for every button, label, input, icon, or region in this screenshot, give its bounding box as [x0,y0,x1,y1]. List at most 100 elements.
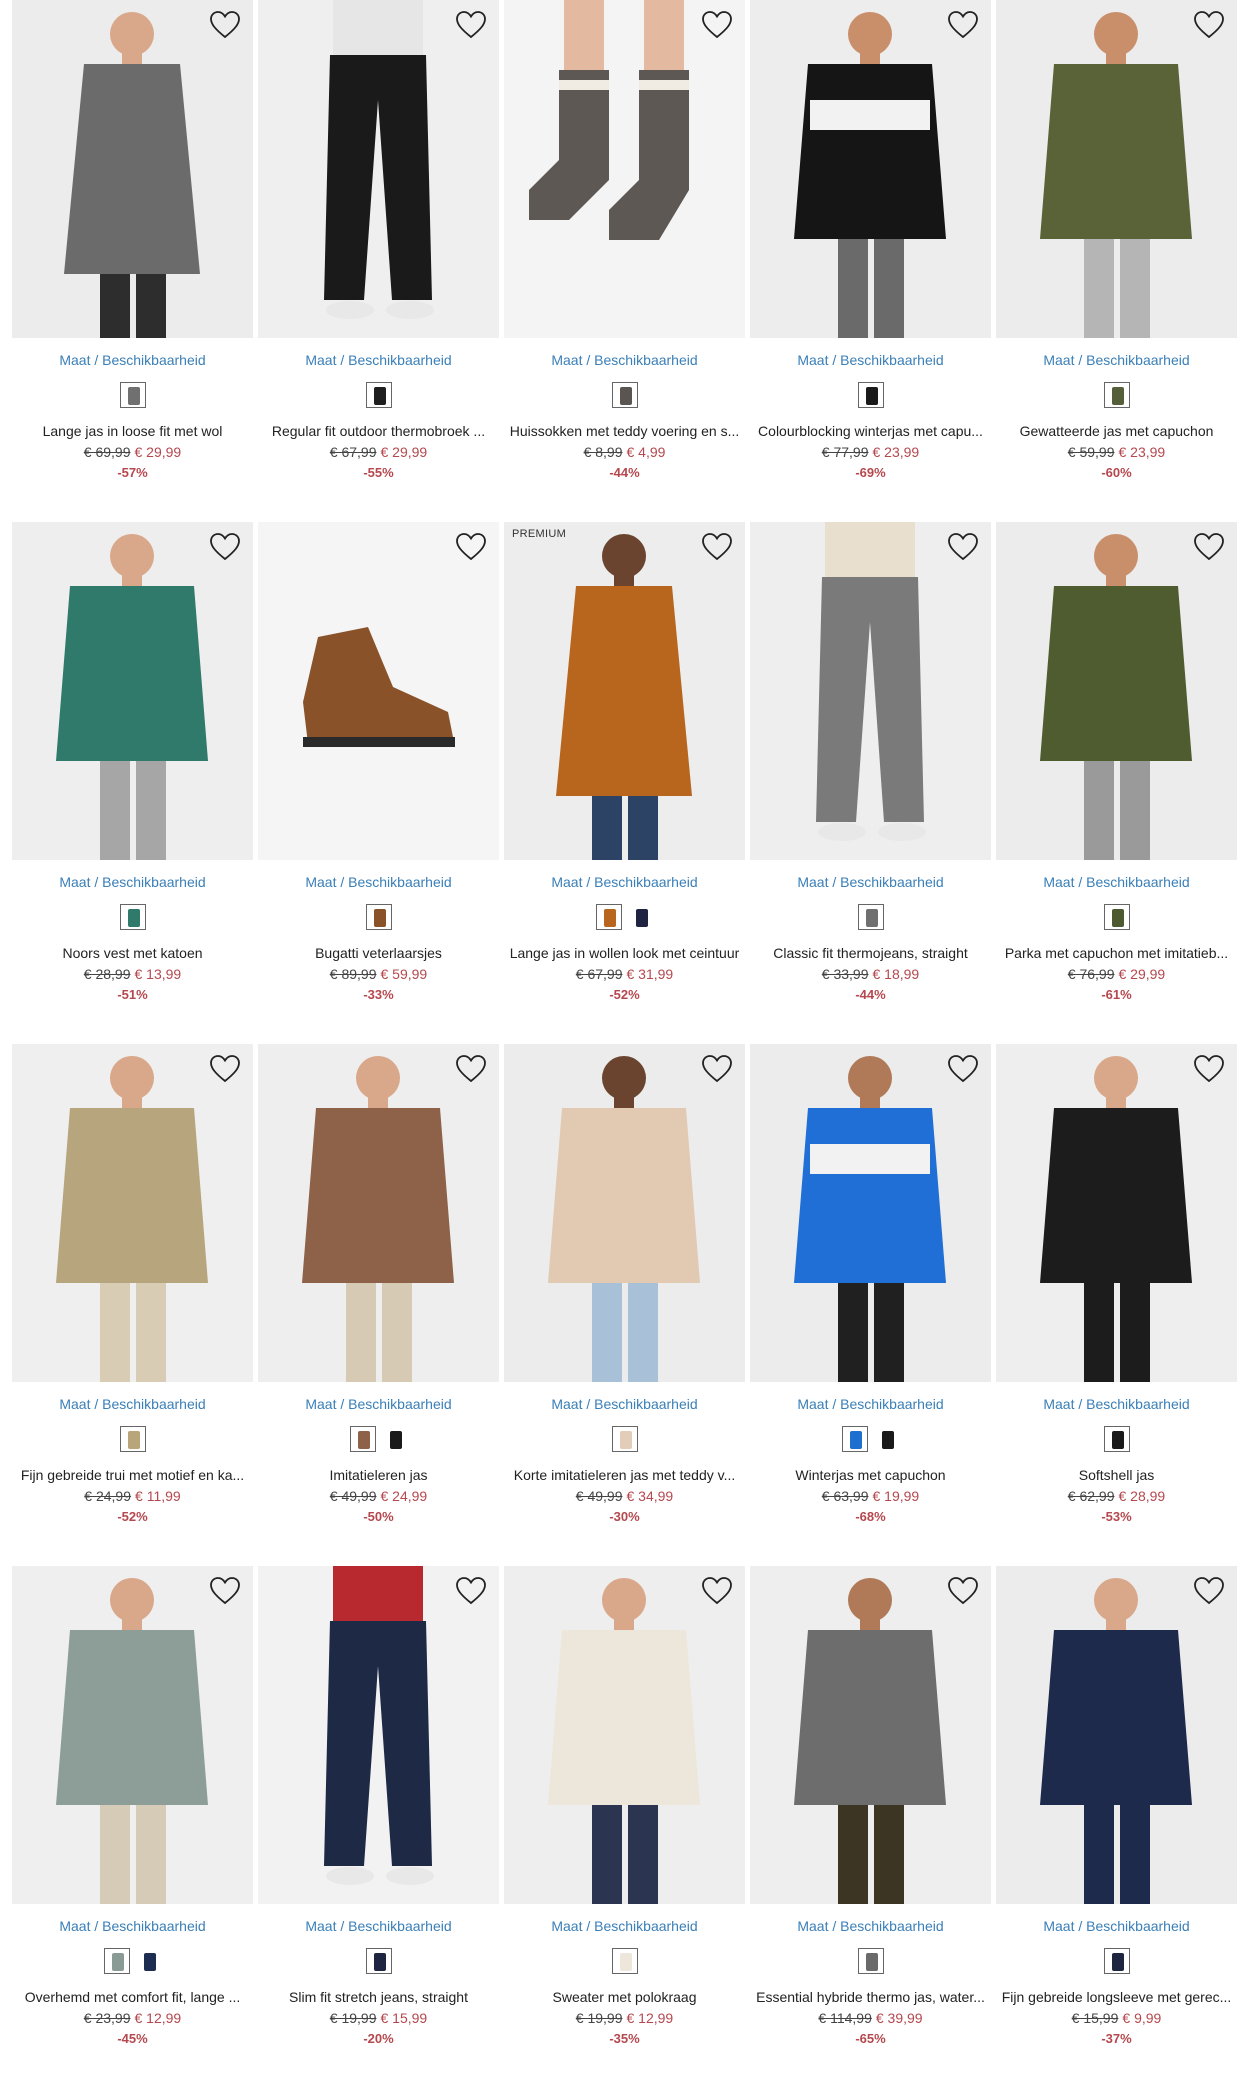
product-card[interactable]: Maat / Beschikbaarheid Softshell jas € 62,… [996,1044,1237,1566]
color-swatch[interactable] [627,904,654,930]
product-title[interactable]: Essential hybride thermo jas, water... [748,1989,993,2005]
product-photo[interactable] [750,1044,991,1382]
size-availability-link[interactable]: Maat / Beschikbaarheid [258,874,499,890]
product-photo[interactable] [750,522,991,860]
color-swatch[interactable] [1103,382,1130,408]
color-swatch[interactable] [857,382,884,408]
size-availability-link[interactable]: Maat / Beschikbaarheid [12,352,253,368]
product-title[interactable]: Overhemd met comfort fit, lange ... [10,1989,255,2005]
product-title[interactable]: Regular fit outdoor thermobroek ... [256,423,501,439]
product-card[interactable]: Maat / Beschikbaarheid Overhemd met comfo… [12,1566,253,2088]
size-availability-link[interactable]: Maat / Beschikbaarheid [996,352,1237,368]
size-availability-link[interactable]: Maat / Beschikbaarheid [12,1918,253,1934]
product-title[interactable]: Winterjas met capuchon [748,1467,993,1483]
size-availability-link[interactable]: Maat / Beschikbaarheid [258,1918,499,1934]
wishlist-heart-icon[interactable] [947,532,979,562]
color-swatch[interactable] [1103,904,1130,930]
wishlist-heart-icon[interactable] [209,10,241,40]
product-photo[interactable] [750,0,991,338]
product-card[interactable]: Maat / Beschikbaarheid Imitatieleren jas €… [258,1044,499,1566]
size-availability-link[interactable]: Maat / Beschikbaarheid [750,352,991,368]
color-swatch[interactable] [857,904,884,930]
wishlist-heart-icon[interactable] [701,532,733,562]
wishlist-heart-icon[interactable] [209,1576,241,1606]
color-swatch[interactable] [365,1948,392,1974]
color-swatch[interactable] [595,904,622,930]
color-swatch[interactable] [119,382,146,408]
size-availability-link[interactable]: Maat / Beschikbaarheid [12,874,253,890]
product-title[interactable]: Parka met capuchon met imitatieb... [994,945,1239,961]
product-card[interactable]: Maat / Beschikbaarheid Parka met capuchon… [996,522,1237,1044]
wishlist-heart-icon[interactable] [1193,532,1225,562]
size-availability-link[interactable]: Maat / Beschikbaarheid [258,1396,499,1412]
product-card[interactable]: PREMIUM Maat / Beschikbaarheid Lange jas i… [504,522,745,1044]
product-photo[interactable] [258,1566,499,1904]
size-availability-link[interactable]: Maat / Beschikbaarheid [750,874,991,890]
color-swatch[interactable] [119,904,146,930]
product-photo[interactable] [12,522,253,860]
product-card[interactable]: Maat / Beschikbaarheid Colourblocking win… [750,0,991,522]
product-photo[interactable] [504,1566,745,1904]
color-swatch[interactable] [349,1426,376,1452]
size-availability-link[interactable]: Maat / Beschikbaarheid [750,1918,991,1934]
product-title[interactable]: Classic fit thermojeans, straight [748,945,993,961]
color-swatch[interactable] [611,1948,638,1974]
product-photo[interactable] [258,522,499,860]
product-title[interactable]: Fijn gebreide trui met motief en ka... [10,1467,255,1483]
product-photo[interactable] [258,0,499,338]
size-availability-link[interactable]: Maat / Beschikbaarheid [996,874,1237,890]
product-title[interactable]: Lange jas in wollen look met ceintuur [502,945,747,961]
wishlist-heart-icon[interactable] [455,532,487,562]
product-card[interactable]: Maat / Beschikbaarheid Essential hybride … [750,1566,991,2088]
color-swatch[interactable] [1103,1426,1130,1452]
product-photo[interactable] [750,1566,991,1904]
product-title[interactable]: Sweater met polokraag [502,1989,747,2005]
product-title[interactable]: Slim fit stretch jeans, straight [256,1989,501,2005]
wishlist-heart-icon[interactable] [701,1576,733,1606]
product-title[interactable]: Imitatieleren jas [256,1467,501,1483]
wishlist-heart-icon[interactable] [947,1054,979,1084]
product-card[interactable]: Maat / Beschikbaarheid Regular fit outdoo… [258,0,499,522]
product-card[interactable]: Maat / Beschikbaarheid Sweater met polokr… [504,1566,745,2088]
product-card[interactable]: Maat / Beschikbaarheid Huissokken met ted… [504,0,745,522]
wishlist-heart-icon[interactable] [455,1576,487,1606]
product-title[interactable]: Noors vest met katoen [10,945,255,961]
product-card[interactable]: Maat / Beschikbaarheid Fijn gebreide long… [996,1566,1237,2088]
product-photo[interactable] [12,1044,253,1382]
color-swatch[interactable] [611,1426,638,1452]
product-photo[interactable] [504,0,745,338]
product-card[interactable]: Maat / Beschikbaarheid Fijn gebreide trui… [12,1044,253,1566]
wishlist-heart-icon[interactable] [209,532,241,562]
size-availability-link[interactable]: Maat / Beschikbaarheid [504,352,745,368]
product-title[interactable]: Gewatteerde jas met capuchon [994,423,1239,439]
product-card[interactable]: Maat / Beschikbaarheid Slim fit stretch j… [258,1566,499,2088]
product-photo[interactable] [996,522,1237,860]
size-availability-link[interactable]: Maat / Beschikbaarheid [504,1396,745,1412]
wishlist-heart-icon[interactable] [1193,10,1225,40]
size-availability-link[interactable]: Maat / Beschikbaarheid [996,1918,1237,1934]
color-swatch[interactable] [381,1426,408,1452]
product-photo[interactable] [996,1566,1237,1904]
size-availability-link[interactable]: Maat / Beschikbaarheid [258,352,499,368]
product-title[interactable]: Lange jas in loose fit met wol [10,423,255,439]
size-availability-link[interactable]: Maat / Beschikbaarheid [504,1918,745,1934]
color-swatch[interactable] [103,1948,130,1974]
product-photo[interactable] [258,1044,499,1382]
product-title[interactable]: Bugatti veterlaarsjes [256,945,501,961]
product-card[interactable]: Maat / Beschikbaarheid Winterjas met capu… [750,1044,991,1566]
product-card[interactable]: Maat / Beschikbaarheid Noors vest met kat… [12,522,253,1044]
product-title[interactable]: Huissokken met teddy voering en s... [502,423,747,439]
size-availability-link[interactable]: Maat / Beschikbaarheid [750,1396,991,1412]
color-swatch[interactable] [365,904,392,930]
wishlist-heart-icon[interactable] [947,1576,979,1606]
wishlist-heart-icon[interactable] [209,1054,241,1084]
product-card[interactable]: Maat / Beschikbaarheid Classic fit thermo… [750,522,991,1044]
size-availability-link[interactable]: Maat / Beschikbaarheid [12,1396,253,1412]
wishlist-heart-icon[interactable] [701,10,733,40]
wishlist-heart-icon[interactable] [1193,1576,1225,1606]
color-swatch[interactable] [841,1426,868,1452]
wishlist-heart-icon[interactable] [455,10,487,40]
color-swatch[interactable] [611,382,638,408]
product-card[interactable]: Maat / Beschikbaarheid Lange jas in loose… [12,0,253,522]
product-photo[interactable] [996,1044,1237,1382]
